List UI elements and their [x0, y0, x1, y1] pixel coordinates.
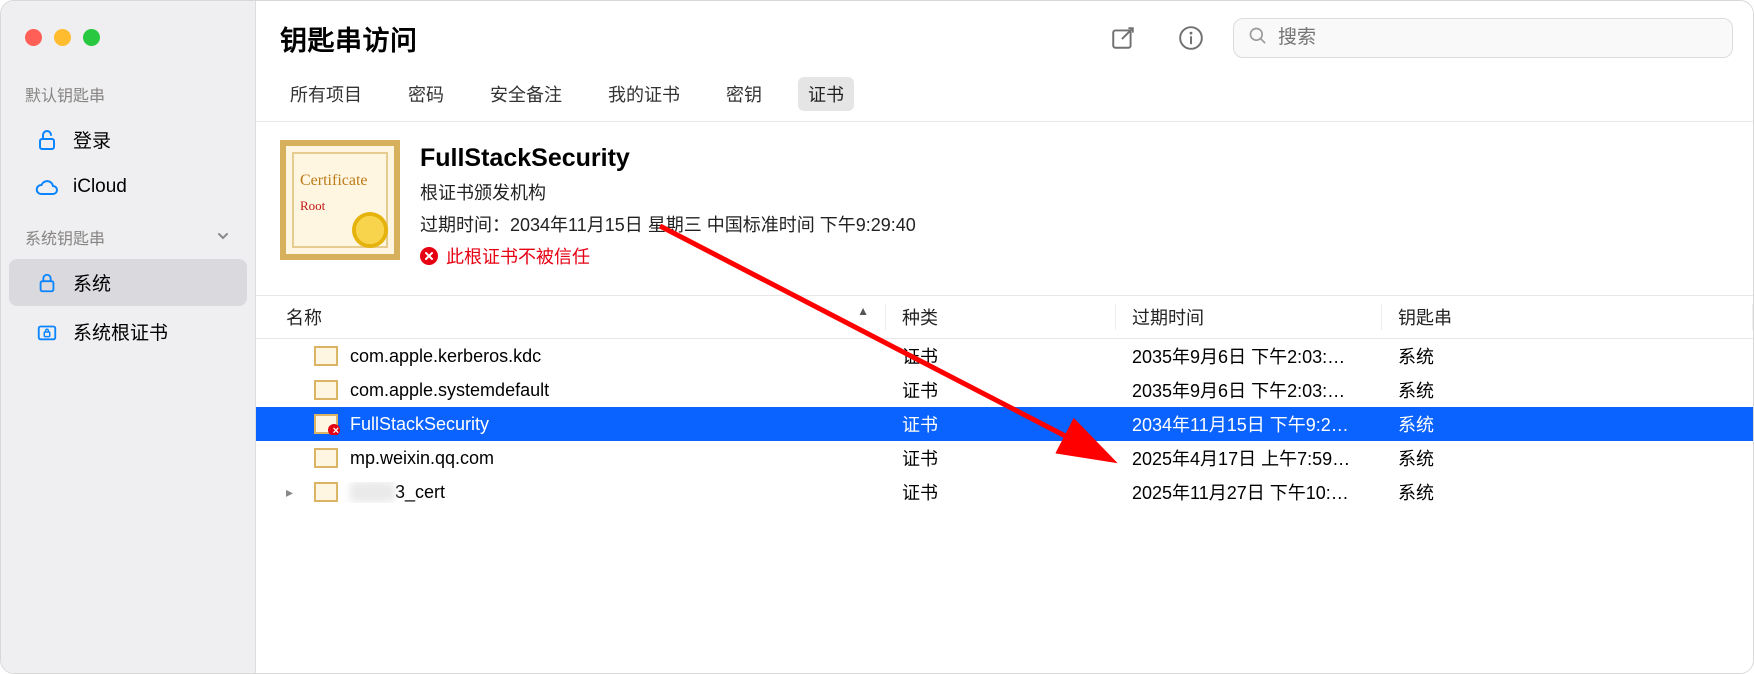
column-expiry[interactable]: 过期时间 [1116, 304, 1382, 330]
disclosure-triangle-icon[interactable]: ▸ [286, 484, 302, 501]
search-field[interactable] [1233, 18, 1733, 58]
tab-all-items[interactable]: 所有项目 [280, 77, 372, 111]
info-button[interactable] [1165, 18, 1217, 58]
sidebar-item-system[interactable]: 系统 [9, 259, 247, 306]
table-body: com.apple.kerberos.kdc 证书 2035年9月6日 下午2:… [256, 338, 1753, 509]
unlock-icon [35, 128, 59, 152]
certificate-untrusted-icon [314, 414, 338, 434]
column-keychain[interactable]: 钥匙串 [1382, 304, 1753, 330]
sidebar-item-label: 系统根证书 [73, 318, 168, 345]
search-input[interactable] [1278, 27, 1718, 49]
sidebar-section-label: 系统钥匙串 [25, 225, 105, 249]
sidebar-item-label: 登录 [73, 126, 111, 153]
tab-my-certificates[interactable]: 我的证书 [598, 77, 690, 111]
category-tabs: 所有项目 密码 安全备注 我的证书 密钥 证书 [256, 75, 1753, 121]
minimize-button[interactable] [54, 29, 71, 46]
sidebar-item-label: iCloud [73, 176, 127, 198]
sidebar-item-icloud[interactable]: iCloud [9, 165, 247, 209]
warning-text: 此根证书不被信任 [446, 243, 590, 269]
certificate-detail-text: FullStackSecurity 根证书颁发机构 过期时间：2034年11月1… [420, 140, 916, 269]
sort-ascending-icon: ▲ [857, 304, 869, 318]
sidebar-section-default: 默认钥匙串 [1, 68, 255, 114]
table-row[interactable]: FullStackSecurity 证书 2034年11月15日 下午9:2… … [256, 407, 1753, 441]
search-icon [1248, 26, 1268, 51]
main-content: 钥匙串访问 所有项目 密码 安全备注 我的证书 密钥 证书 [256, 1, 1753, 673]
certificate-icon [314, 346, 338, 366]
window-controls [1, 17, 255, 68]
sidebar-item-label: 系统 [73, 269, 111, 296]
tab-keys[interactable]: 密钥 [716, 77, 772, 111]
sidebar: 默认钥匙串 登录 iCloud 系统钥匙串 系统 [1, 1, 256, 673]
zoom-button[interactable] [83, 29, 100, 46]
certificate-name: FullStackSecurity [420, 144, 916, 173]
certificate-large-icon: Certificate Root [280, 140, 400, 260]
lock-icon [35, 271, 59, 295]
sidebar-item-system-roots[interactable]: 系统根证书 [9, 308, 247, 355]
certificate-issuer: 根证书颁发机构 [420, 179, 916, 205]
chevron-down-icon [215, 228, 233, 246]
keychain-window: 默认钥匙串 登录 iCloud 系统钥匙串 系统 [0, 0, 1754, 674]
table-row[interactable]: com.apple.kerberos.kdc 证书 2035年9月6日 下午2:… [256, 339, 1753, 373]
sidebar-item-login[interactable]: 登录 [9, 116, 247, 163]
tab-secure-notes[interactable]: 安全备注 [480, 77, 572, 111]
compose-button[interactable] [1097, 18, 1149, 58]
certificate-icon [314, 448, 338, 468]
column-kind[interactable]: 种类 [886, 304, 1116, 330]
window-title: 钥匙串访问 [276, 19, 418, 58]
toolbar: 钥匙串访问 [256, 1, 1753, 75]
close-button[interactable] [25, 29, 42, 46]
tab-passwords[interactable]: 密码 [398, 77, 454, 111]
certificate-detail-panel: Certificate Root FullStackSecurity 根证书颁发… [256, 121, 1753, 295]
table-header: 名称 ▲ 种类 过期时间 钥匙串 [256, 296, 1753, 338]
cloud-icon [35, 175, 59, 199]
certificate-icon [314, 482, 338, 502]
sidebar-section-system[interactable]: 系统钥匙串 [1, 211, 255, 257]
certificate-table: 名称 ▲ 种类 过期时间 钥匙串 com.apple.kerberos.kdc … [256, 295, 1753, 673]
error-icon [420, 247, 438, 265]
tab-certificates[interactable]: 证书 [798, 77, 854, 111]
table-row[interactable]: com.apple.systemdefault 证书 2035年9月6日 下午2… [256, 373, 1753, 407]
table-row[interactable]: ▸xxxxx3_cert 证书 2025年11月27日 下午10:… 系统 [256, 475, 1753, 509]
column-name[interactable]: 名称 ▲ [256, 304, 886, 330]
archive-lock-icon [35, 320, 59, 344]
certificate-icon [314, 380, 338, 400]
certificate-expiry: 过期时间：2034年11月15日 星期三 中国标准时间 下午9:29:40 [420, 211, 916, 237]
certificate-trust-warning: 此根证书不被信任 [420, 243, 916, 269]
sidebar-section-label: 默认钥匙串 [25, 82, 105, 106]
table-row[interactable]: mp.weixin.qq.com 证书 2025年4月17日 上午7:59… 系… [256, 441, 1753, 475]
